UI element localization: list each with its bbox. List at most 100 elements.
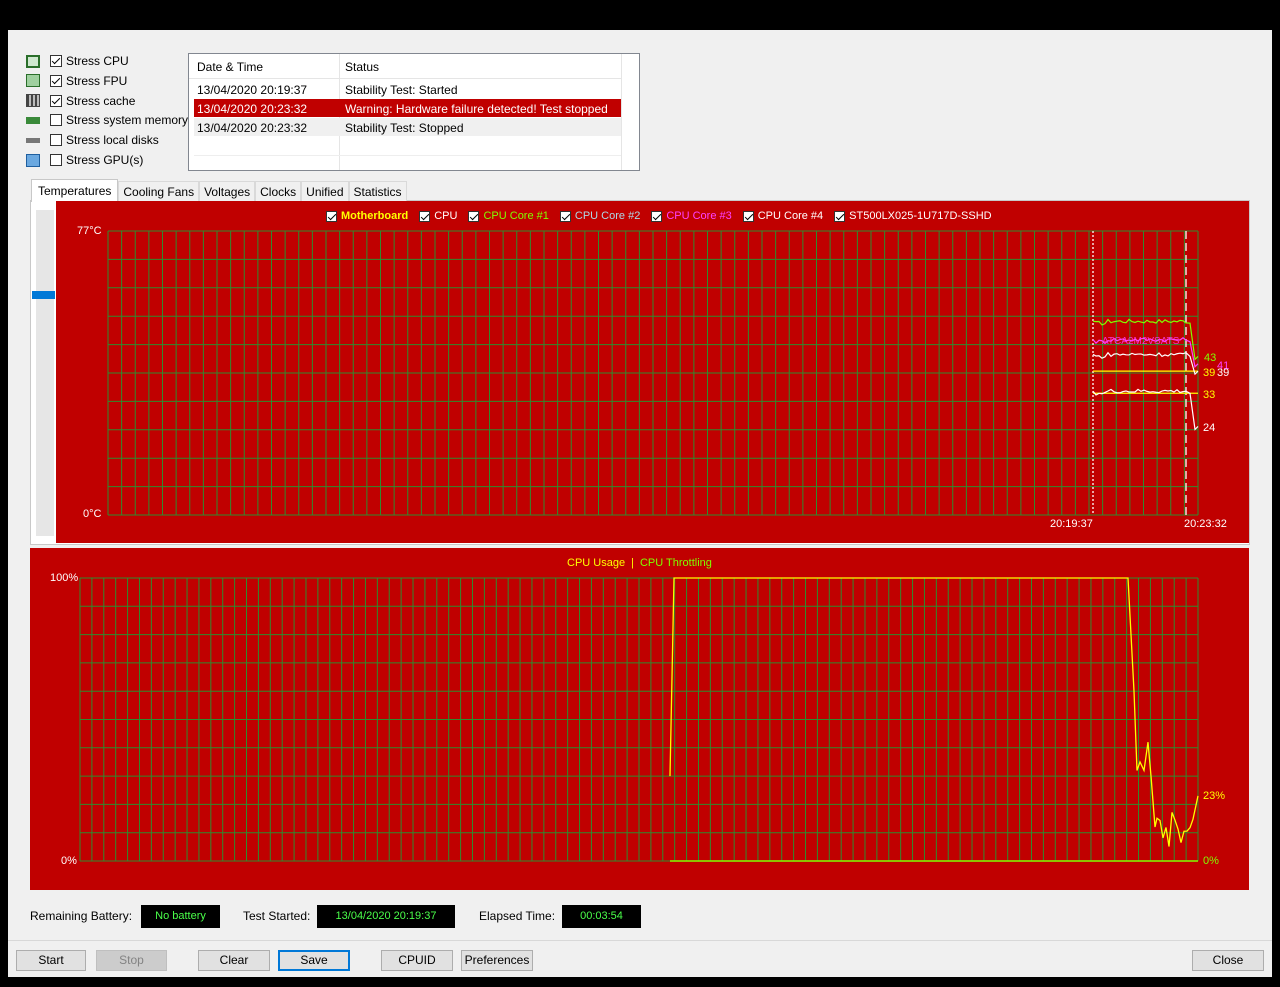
temp-legend-item[interactable]: CPU Core #2 xyxy=(559,210,641,222)
checkbox[interactable] xyxy=(651,210,663,222)
cpu-usage-chart-plot xyxy=(79,577,1199,862)
temp-legend-label: ST500LX025-1U717D-SSHD xyxy=(849,210,992,222)
test-started-label: Test Started: xyxy=(243,909,311,923)
log-time: 13/04/2020 20:23:32 xyxy=(197,102,308,116)
throttling-end-label: 0% xyxy=(1203,855,1219,867)
temp-value-label: 24 xyxy=(1203,422,1215,434)
temperature-chart-plot: 434139 393324ATCA2M2VSATS xyxy=(107,230,1229,516)
log-row-empty xyxy=(194,137,621,156)
divider xyxy=(8,940,1272,941)
checkbox[interactable] xyxy=(559,210,571,222)
log-table: Date & Time Status 13/04/2020 20:19:37 S… xyxy=(188,53,640,171)
disk-icon xyxy=(26,137,40,143)
temp-overlay-text: ATCA2M2VSATS xyxy=(1102,336,1180,347)
stress-option-stress-fpu[interactable]: Stress FPU xyxy=(26,72,127,90)
tab-clocks[interactable]: Clocks xyxy=(255,181,302,202)
start-button[interactable]: Start xyxy=(16,950,86,971)
battery-label: Remaining Battery: xyxy=(30,909,133,923)
log-time: 13/04/2020 20:19:37 xyxy=(197,83,308,97)
temp-legend-label: Motherboard xyxy=(341,210,409,222)
stress-option-stress-system-memory[interactable]: Stress system memory xyxy=(26,111,188,129)
cpu-icon xyxy=(26,54,40,68)
fpu-icon xyxy=(26,74,40,88)
usage-end-label: 23% xyxy=(1203,790,1226,802)
temp-legend-item[interactable]: Motherboard xyxy=(326,210,408,222)
tab-unified[interactable]: Unified xyxy=(301,181,349,202)
stress-option-label: Stress FPU xyxy=(66,73,128,88)
checkbox[interactable] xyxy=(50,154,62,166)
col-date-time[interactable]: Date & Time xyxy=(197,60,263,74)
temp-value-label: 43 xyxy=(1204,352,1216,364)
tab-statistics[interactable]: Statistics xyxy=(348,181,407,202)
temp-legend-item[interactable]: CPU Core #4 xyxy=(742,210,823,222)
stress-option-stress-gpu-s[interactable]: Stress GPU(s) xyxy=(26,151,143,169)
memory-icon xyxy=(26,116,40,124)
usage-y-max-label: 100% xyxy=(50,572,79,584)
col-separator xyxy=(621,54,622,170)
tab-cooling-fans[interactable]: Cooling Fans xyxy=(118,181,200,202)
stress-option-label: Stress local disks xyxy=(66,133,159,148)
grid-lines xyxy=(107,230,1199,516)
cache-icon xyxy=(26,94,40,108)
checkbox[interactable] xyxy=(326,210,337,222)
cpu-usage-line xyxy=(669,577,1199,847)
log-row-warning[interactable]: 13/04/2020 20:23:32 Warning: Hardware fa… xyxy=(194,99,621,117)
cpu-usage-legend: CPU Usage | CPU Throttling xyxy=(567,557,712,569)
temp-legend-label: CPU xyxy=(434,210,458,222)
temp-x-end-label: 20:23:32 xyxy=(1184,518,1227,530)
temp-legend-item[interactable]: CPU Core #3 xyxy=(651,210,732,222)
log-row[interactable]: 13/04/2020 20:23:32 Stability Test: Stop… xyxy=(194,118,621,136)
temp-value-label: 39 xyxy=(1217,367,1229,379)
checkbox[interactable] xyxy=(834,210,846,222)
log-time: 13/04/2020 20:23:32 xyxy=(197,121,308,135)
temp-legend-item[interactable]: CPU Core #1 xyxy=(468,210,549,222)
close-button[interactable]: Close xyxy=(1192,950,1264,971)
stress-option-stress-local-disks[interactable]: Stress local disks xyxy=(26,131,159,149)
stress-option-label: Stress CPU xyxy=(66,54,129,68)
temp-legend-item[interactable]: CPU xyxy=(419,210,457,222)
clear-button[interactable]: Clear xyxy=(198,950,270,971)
stress-option-stress-cpu[interactable]: Stress CPU xyxy=(26,52,129,70)
cpuid-button[interactable]: CPUID xyxy=(381,950,453,971)
temp-value-label: 33 xyxy=(1203,389,1215,401)
log-status: Stability Test: Stopped xyxy=(345,121,464,135)
stress-option-label: Stress cache xyxy=(66,93,136,108)
log-header: Date & Time Status xyxy=(189,54,621,79)
checkbox[interactable] xyxy=(50,114,62,127)
elapsed-time-value: 00:03:54 xyxy=(562,905,641,928)
cpu-usage-chart: CPU Usage | CPU Throttling 100% 0% 23% 0… xyxy=(30,548,1249,890)
save-button[interactable]: Save xyxy=(278,950,350,971)
temp-value-label: 39 xyxy=(1203,367,1215,379)
checkbox[interactable] xyxy=(50,94,62,107)
elapsed-time-label: Elapsed Time: xyxy=(479,909,556,923)
temp-legend-item[interactable]: ST500LX025-1U717D-SSHD xyxy=(834,210,992,222)
stress-option-label: Stress system memory xyxy=(66,113,189,128)
preferences-button[interactable]: Preferences xyxy=(461,950,533,971)
legend-cpu-usage: CPU Usage xyxy=(567,557,626,569)
temp-legend-label: CPU Core #3 xyxy=(666,210,732,222)
tab-temperatures[interactable]: Temperatures xyxy=(31,179,119,202)
checkbox[interactable] xyxy=(419,210,431,222)
temp-legend-label: CPU Core #2 xyxy=(574,210,641,222)
temp-y-max-label: 77°C xyxy=(77,225,102,237)
temp-series-line xyxy=(1092,388,1199,431)
temperature-chart: 43 41 39 39 33 24 ATCA2M2VSATS Motherboard CPU C… xyxy=(56,201,1249,543)
log-row[interactable]: 13/04/2020 20:19:37 Stability Test: Star… xyxy=(194,80,621,98)
stop-button[interactable]: Stop xyxy=(96,950,167,971)
temp-y-min-label: 0°C xyxy=(83,508,102,520)
stress-option-label: Stress GPU(s) xyxy=(66,153,144,167)
checkbox[interactable] xyxy=(50,134,62,147)
stress-option-stress-cache[interactable]: Stress cache xyxy=(26,92,135,110)
checkbox[interactable] xyxy=(468,210,480,222)
checkbox[interactable] xyxy=(50,74,62,87)
log-status: Stability Test: Started xyxy=(345,83,458,97)
chart-scroll-thumb[interactable] xyxy=(32,291,55,299)
chart-scrollbar[interactable] xyxy=(36,210,54,536)
checkbox[interactable] xyxy=(742,210,754,222)
checkbox[interactable] xyxy=(50,55,62,67)
log-status: Warning: Hardware failure detected! Test… xyxy=(345,102,608,116)
battery-value: No battery xyxy=(141,905,220,928)
col-status[interactable]: Status xyxy=(345,60,379,74)
tab-voltages[interactable]: Voltages xyxy=(199,181,256,202)
test-started-value: 13/04/2020 20:19:37 xyxy=(317,905,455,928)
